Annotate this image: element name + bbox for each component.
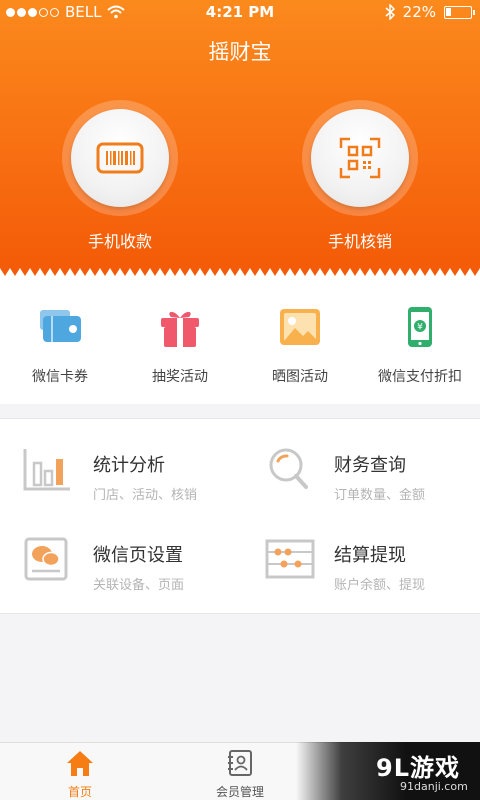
tool-finance-query[interactable]: 财务查询 订单数量、金额 (240, 421, 480, 517)
zigzag-edge (0, 268, 480, 278)
tool-wechat-page-settings[interactable]: 微信页设置 关联设备、页面 (0, 511, 240, 607)
status-bar: BELL 4:21 PM 22% (0, 0, 480, 24)
gift-icon (161, 311, 199, 347)
battery-icon (444, 5, 475, 19)
watermark: 9L游戏 91danji.com (296, 742, 480, 800)
mobile-verify-label: 手机核销 (327, 232, 392, 251)
battery-percent: 22% (402, 3, 436, 21)
svg-text:¥: ¥ (417, 323, 423, 333)
phone-pay-icon: ¥ (408, 307, 432, 347)
member-card-icon (228, 750, 252, 776)
page-title: 摇财宝 (208, 40, 272, 64)
watermark-logo: 9L游戏 (376, 754, 460, 782)
mobile-collect-label: 手机收款 (87, 232, 152, 251)
picture-icon (280, 309, 320, 345)
wallet-card-icon (40, 310, 81, 342)
tool-statistics[interactable]: 统计分析 门店、活动、核销 (0, 421, 240, 517)
qr-scan-icon (339, 137, 381, 179)
quick-action-lottery[interactable]: 抽奖活动 (120, 306, 240, 386)
chart-icon (23, 449, 70, 491)
mobile-collect-button[interactable] (62, 100, 178, 216)
quick-action-wechat-pay-discount[interactable]: ¥ 微信支付折扣 (360, 306, 480, 386)
quick-actions-row: 微信卡券 抽奖活动 晒图活动 ¥ 微信支付折扣 (0, 278, 480, 404)
watermark-url: 91danji.com (400, 780, 468, 793)
search-icon (269, 448, 308, 489)
mobile-verify-button[interactable] (302, 100, 418, 216)
bluetooth-icon (385, 4, 395, 20)
tools-panel: 统计分析 门店、活动、核销 财务查询 订单数量、金额 微信页设置 关联设备、页面… (0, 418, 480, 614)
home-icon (67, 751, 93, 776)
wechat-page-icon (24, 537, 68, 581)
tab-home[interactable]: 首页 (20, 749, 140, 800)
barcode-icon (96, 142, 144, 174)
quick-action-wechat-coupon[interactable]: 微信卡券 (0, 306, 120, 386)
abacus-icon (265, 539, 315, 579)
quick-action-photo-share[interactable]: 晒图活动 (240, 306, 360, 386)
tool-settlement-withdraw[interactable]: 结算提现 账户余额、提现 (240, 511, 480, 607)
tab-member-management[interactable]: 会员管理 (180, 749, 300, 800)
